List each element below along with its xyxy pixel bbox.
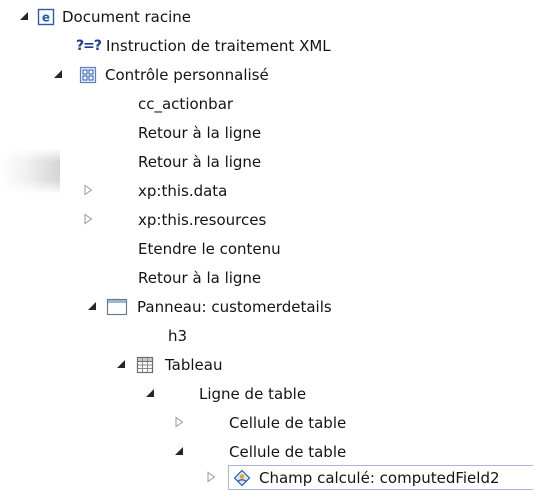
tree-row-document-racine[interactable]: e Document racine bbox=[0, 4, 537, 30]
tree-row-label: xp:this.resources bbox=[138, 211, 267, 229]
custom-control-icon bbox=[79, 66, 97, 84]
tree-row-controle-personnalise[interactable]: Contrôle personnalisé bbox=[0, 62, 537, 88]
tree-row-label: xp:this.data bbox=[138, 182, 228, 200]
tree-row-label: Tableau bbox=[165, 356, 223, 374]
table-icon bbox=[136, 356, 154, 374]
tree-row-label: cc_actionbar bbox=[138, 95, 234, 113]
expanded-triangle-icon[interactable] bbox=[18, 10, 30, 22]
tree-row-label: Document racine bbox=[62, 8, 191, 26]
collapsed-triangle-icon[interactable] bbox=[205, 471, 217, 483]
tree-row-ligne-de-table[interactable]: Ligne de table bbox=[0, 381, 537, 407]
tree-row-cellule-de-table[interactable]: Cellule de table bbox=[0, 410, 537, 436]
collapsed-triangle-icon[interactable] bbox=[82, 213, 94, 225]
tree-row-champ-calcule-computedfield2[interactable]: Champ calculé: computedField2 bbox=[0, 465, 537, 491]
svg-text:e: e bbox=[42, 11, 50, 25]
expanded-triangle-icon[interactable] bbox=[173, 445, 185, 457]
tree-row-retour-a-la-ligne[interactable]: Retour à la ligne bbox=[0, 120, 537, 146]
tree-row-tableau[interactable]: Tableau bbox=[0, 352, 537, 378]
tree-row-label: Retour à la ligne bbox=[138, 124, 262, 142]
tree-row-retour-a-la-ligne[interactable]: Retour à la ligne bbox=[0, 149, 537, 175]
tree-row-label: Ligne de table bbox=[199, 385, 307, 403]
expanded-triangle-icon[interactable] bbox=[52, 68, 64, 80]
computed-field-icon bbox=[233, 469, 251, 487]
element-e-icon: e bbox=[37, 8, 55, 26]
tree-row-label: Panneau: customerdetails bbox=[137, 298, 332, 316]
tree-row-label: h3 bbox=[168, 327, 188, 345]
tree-row-label: Etendre le contenu bbox=[138, 240, 281, 258]
collapsed-triangle-icon[interactable] bbox=[173, 416, 185, 428]
tree-row-xp-this-data[interactable]: xp:this.data bbox=[0, 178, 537, 204]
expanded-triangle-icon[interactable] bbox=[115, 358, 127, 370]
tree-row-cellule-de-table[interactable]: Cellule de table bbox=[0, 439, 537, 465]
tree-row-retour-a-la-ligne[interactable]: Retour à la ligne bbox=[0, 265, 537, 291]
expanded-triangle-icon[interactable] bbox=[144, 387, 156, 399]
panel-icon bbox=[106, 298, 128, 316]
tree-row-xp-this-resources[interactable]: xp:this.resources bbox=[0, 207, 537, 233]
tree-row-label: Cellule de table bbox=[229, 414, 347, 432]
collapsed-triangle-icon[interactable] bbox=[82, 184, 94, 196]
tree-row-label: Champ calculé: computedField2 bbox=[259, 469, 500, 487]
tree-row-label: Contrôle personnalisé bbox=[105, 66, 269, 84]
tree-row-etendre-le-contenu[interactable]: Etendre le contenu bbox=[0, 236, 537, 262]
tree-row-h3[interactable]: h3 bbox=[0, 323, 537, 349]
expanded-triangle-icon[interactable] bbox=[86, 300, 98, 312]
tree-row-label: Retour à la ligne bbox=[138, 269, 262, 287]
tree-row-label: Retour à la ligne bbox=[138, 153, 262, 171]
tree-row-label: Cellule de table bbox=[229, 443, 347, 461]
tree-row-label: Instruction de traitement XML bbox=[106, 37, 331, 55]
outline-tree[interactable]: e Document racine ?=? Instruction de tra… bbox=[0, 0, 537, 490]
processing-instruction-icon: ?=? bbox=[76, 38, 102, 54]
tree-row-instruction-xml[interactable]: ?=? Instruction de traitement XML bbox=[0, 33, 537, 59]
tree-row-panneau-customerdetails[interactable]: Panneau: customerdetails bbox=[0, 294, 537, 320]
tree-row-cc-actionbar[interactable]: cc_actionbar bbox=[0, 91, 537, 117]
